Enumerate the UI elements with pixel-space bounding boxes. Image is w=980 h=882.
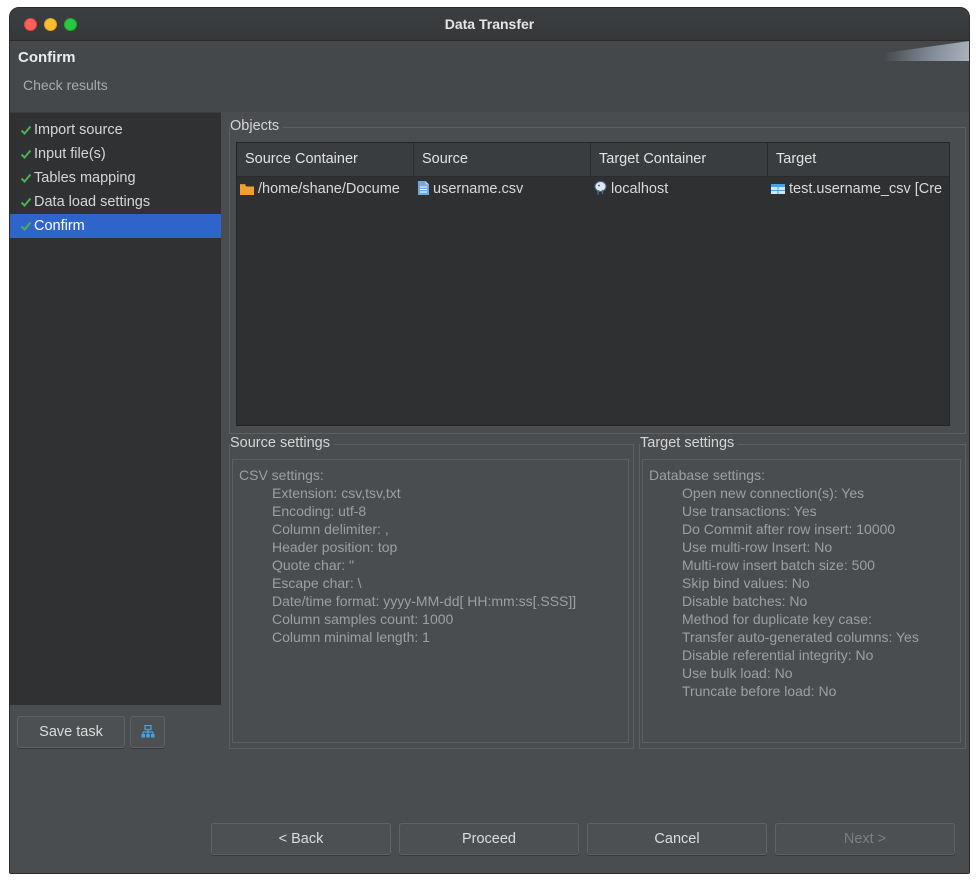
cancel-button[interactable]: Cancel	[587, 823, 767, 855]
cell-source: username.csv	[418, 177, 591, 201]
cell-source-container: /home/shane/Docume	[240, 177, 414, 201]
task-config-button[interactable]	[130, 716, 165, 748]
source-settings-text: CSV settings: Extension: csv,tsv,txt Enc…	[232, 459, 629, 743]
setting-line: Do Commit after row insert: 10000	[682, 521, 896, 537]
setting-line: Use transactions: Yes	[682, 503, 817, 519]
setting-line: Use bulk load: No	[682, 665, 793, 681]
check-icon	[20, 125, 32, 135]
setting-line: Extension: csv,tsv,txt	[272, 485, 401, 501]
proceed-button[interactable]: Proceed	[399, 823, 579, 855]
target-settings-text: Database settings: Open new connection(s…	[642, 459, 961, 743]
nav-item-label: Data load settings	[34, 194, 151, 210]
setting-line: Skip bind values: No	[682, 575, 810, 591]
source-settings-legend: Source settings	[230, 435, 334, 451]
target-settings-legend: Target settings	[640, 435, 739, 451]
setting-line: Method for duplicate key case:	[682, 611, 872, 627]
setting-line: Multi-row insert batch size: 500	[682, 557, 875, 573]
setting-line: Disable referential integrity: No	[682, 647, 874, 663]
setting-line: Column samples count: 1000	[272, 611, 454, 627]
setting-line: Truncate before load: No	[682, 683, 837, 699]
nav-item-confirm[interactable]: Confirm	[10, 214, 221, 238]
page-subtitle: Check results	[23, 77, 108, 93]
setting-line: Disable batches: No	[682, 593, 808, 609]
check-icon	[20, 197, 32, 207]
nav-item-data-load-settings[interactable]: Data load settings	[10, 190, 221, 214]
nav-item-label: Tables mapping	[34, 170, 136, 186]
nav-item-input-files[interactable]: Input file(s)	[10, 142, 221, 166]
csv-file-icon	[418, 181, 429, 195]
setting-line: Encoding: utf-8	[272, 503, 367, 519]
wizard-steps-nav: Import source Input file(s) Tables mappi…	[10, 112, 221, 705]
header-banner-graphic	[829, 41, 969, 61]
column-header-target[interactable]: Target	[768, 143, 951, 177]
setting-line: Column delimiter: ,	[272, 521, 389, 537]
window-title: Data Transfer	[444, 16, 535, 32]
check-icon	[20, 221, 32, 231]
nav-item-import-source[interactable]: Import source	[10, 118, 221, 142]
cell-target: test.username_csv [Cre	[771, 177, 951, 201]
column-header-source[interactable]: Source	[414, 143, 591, 177]
setting-line: Escape char: \	[272, 575, 362, 591]
setting-line: Transfer auto-generated columns: Yes	[682, 629, 919, 645]
objects-legend: Objects	[230, 118, 284, 134]
data-transfer-window: Data Transfer Confirm Check results Impo…	[9, 7, 970, 874]
table-icon	[771, 184, 785, 194]
wizard-header: Confirm Check results	[10, 41, 969, 112]
setting-line: Header position: top	[272, 539, 398, 555]
tasks-icon	[141, 725, 155, 738]
table-header: Source Container Source Target Container…	[237, 143, 949, 177]
folder-icon	[240, 184, 254, 195]
setting-line: Date/time format: yyyy-MM-dd[ HH:mm:ss[.…	[272, 593, 577, 609]
back-button[interactable]: < Back	[211, 823, 391, 855]
check-icon	[20, 149, 32, 159]
column-header-target-container[interactable]: Target Container	[591, 143, 768, 177]
check-icon	[20, 173, 32, 183]
nav-item-label: Input file(s)	[34, 146, 106, 162]
title-bar: Data Transfer	[10, 8, 969, 41]
nav-item-tables-mapping[interactable]: Tables mapping	[10, 166, 221, 190]
setting-line: Use multi-row Insert: No	[682, 539, 833, 555]
target-settings-heading: Database settings:	[649, 467, 765, 483]
next-button[interactable]: Next >	[775, 823, 955, 855]
page-title: Confirm	[18, 49, 76, 66]
setting-line: Column minimal length: 1	[272, 629, 430, 645]
postgres-elephant-icon	[594, 181, 607, 195]
source-settings-heading: CSV settings:	[239, 467, 324, 483]
setting-line: Quote char: "	[272, 557, 355, 573]
setting-line: Open new connection(s): Yes	[682, 485, 865, 501]
table-row[interactable]: /home/shane/Docume username.csv localhos…	[237, 177, 949, 201]
save-task-button[interactable]: Save task	[17, 716, 125, 748]
nav-item-label: Import source	[34, 122, 123, 138]
cell-target-container: localhost	[594, 177, 768, 201]
nav-item-label: Confirm	[34, 218, 85, 234]
objects-table: Source Container Source Target Container…	[236, 142, 950, 426]
column-header-source-container[interactable]: Source Container	[237, 143, 414, 177]
